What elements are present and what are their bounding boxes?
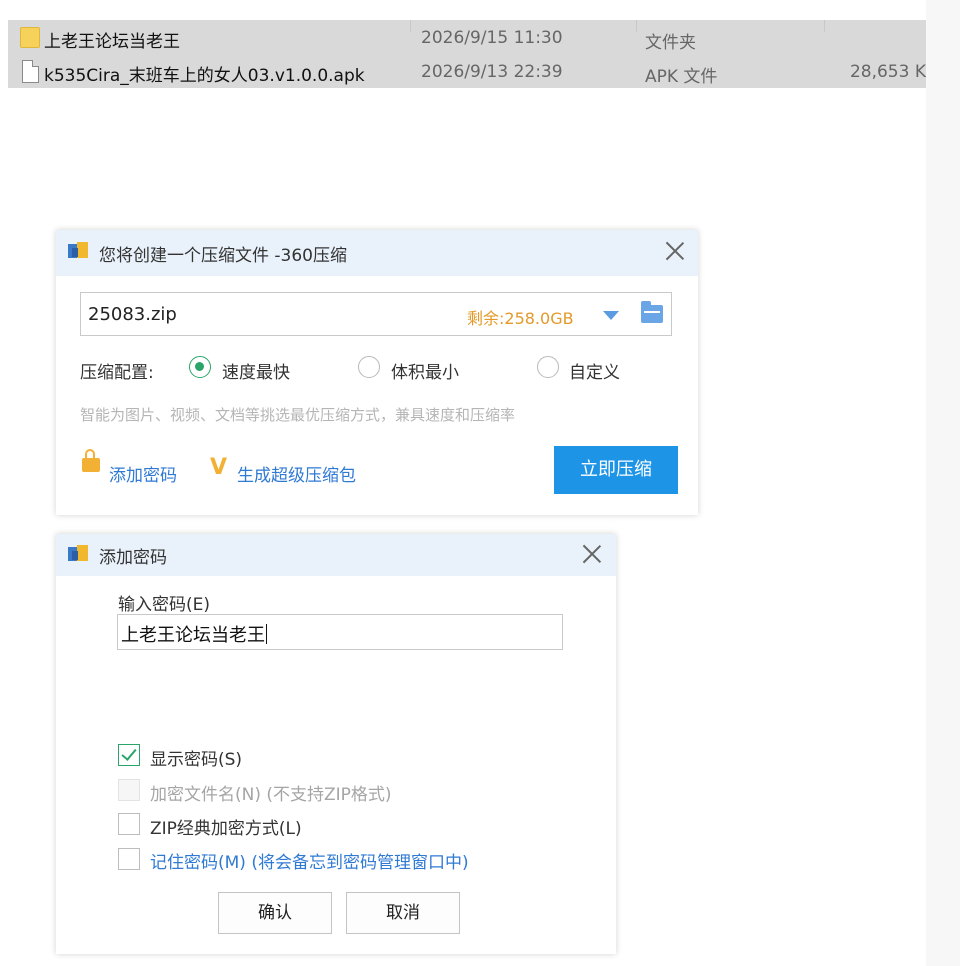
folder-icon — [20, 27, 40, 48]
encrypt-filenames-checkbox — [118, 779, 140, 801]
dialog-titlebar[interactable]: 您将创建一个压缩文件 -360压缩 — [56, 230, 698, 276]
remember-password-label[interactable]: 记住密码(M) (将会备忘到密码管理窗口中) — [150, 848, 469, 873]
zip-classic-encryption-checkbox[interactable] — [118, 813, 140, 835]
dialog-titlebar[interactable]: 添加密码 — [56, 534, 616, 576]
close-icon[interactable] — [664, 240, 686, 262]
file-date: 2026/9/13 22:39 — [421, 62, 563, 82]
dialog-title: 您将创建一个压缩文件 -360压缩 — [99, 246, 347, 266]
file-date: 2026/9/15 11:30 — [421, 28, 563, 48]
archive-path-value: 25083.zip — [88, 304, 177, 325]
v-badge-icon: V — [210, 455, 228, 480]
compress-dialog: 您将创建一个压缩文件 -360压缩 25083.zip 剩余:258.0GB 压… — [56, 230, 698, 515]
360-zip-app-icon — [68, 240, 90, 260]
file-list: 上老王论坛当老王 2026/9/15 11:30 文件夹 k535Cira_末班… — [8, 20, 926, 88]
compress-hint: 智能为图片、视频、文档等挑选最优压缩方式，兼具速度和压缩率 — [80, 406, 516, 424]
show-password-label[interactable]: 显示密码(S) — [150, 745, 242, 770]
radio-custom-label[interactable]: 自定义 — [569, 358, 620, 383]
scrollbar-track — [926, 0, 960, 966]
compress-config-label: 压缩配置: — [80, 363, 154, 383]
radio-fastest[interactable] — [189, 356, 211, 378]
file-name: 上老王论坛当老王 — [44, 32, 180, 52]
ok-button[interactable]: 确认 — [218, 892, 332, 934]
radio-smallest[interactable] — [358, 356, 380, 378]
text-caret — [266, 624, 267, 644]
password-input[interactable]: 上老王论坛当老王 — [117, 614, 563, 650]
chevron-down-icon[interactable] — [603, 311, 619, 320]
password-field-label: 输入密码(E) — [118, 595, 211, 615]
lock-icon[interactable] — [82, 449, 100, 472]
dialog-title: 添加密码 — [99, 548, 167, 568]
file-name: k535Cira_末班车上的女人03.v1.0.0.apk — [44, 66, 365, 86]
free-space-label: 剩余:258.0GB — [467, 309, 574, 328]
file-row-apk[interactable]: k535Cira_末班车上的女人03.v1.0.0.apk 2026/9/13 … — [8, 56, 926, 89]
close-icon[interactable] — [581, 543, 603, 565]
encrypt-filenames-label: 加密文件名(N) (不支持ZIP格式) — [150, 785, 392, 805]
super-pack-link[interactable]: 生成超级压缩包 — [237, 461, 356, 486]
cancel-button[interactable]: 取消 — [346, 892, 460, 934]
360-zip-app-icon — [68, 543, 90, 563]
file-type: APK 文件 — [645, 67, 718, 87]
radio-custom[interactable] — [537, 356, 559, 378]
browse-folder-icon[interactable] — [641, 301, 663, 323]
password-value: 上老王论坛当老王 — [121, 625, 265, 646]
remember-password-checkbox[interactable] — [118, 848, 140, 870]
radio-fastest-label[interactable]: 速度最快 — [222, 358, 290, 383]
zip-classic-encryption-label[interactable]: ZIP经典加密方式(L) — [150, 814, 302, 839]
show-password-checkbox[interactable] — [118, 744, 140, 766]
file-type: 文件夹 — [645, 33, 696, 53]
compress-now-button[interactable]: 立即压缩 — [554, 446, 678, 494]
radio-smallest-label[interactable]: 体积最小 — [391, 358, 459, 383]
file-size: 28,653 K — [849, 62, 926, 82]
file-icon — [22, 60, 39, 83]
add-password-link[interactable]: 添加密码 — [109, 461, 177, 486]
archive-path-input[interactable]: 25083.zip 剩余:258.0GB — [80, 292, 672, 336]
file-row-folder[interactable]: 上老王论坛当老王 2026/9/15 11:30 文件夹 — [8, 22, 926, 55]
add-password-dialog: 添加密码 输入密码(E) 上老王论坛当老王 显示密码(S) 加密文件名(N) (… — [56, 534, 616, 954]
